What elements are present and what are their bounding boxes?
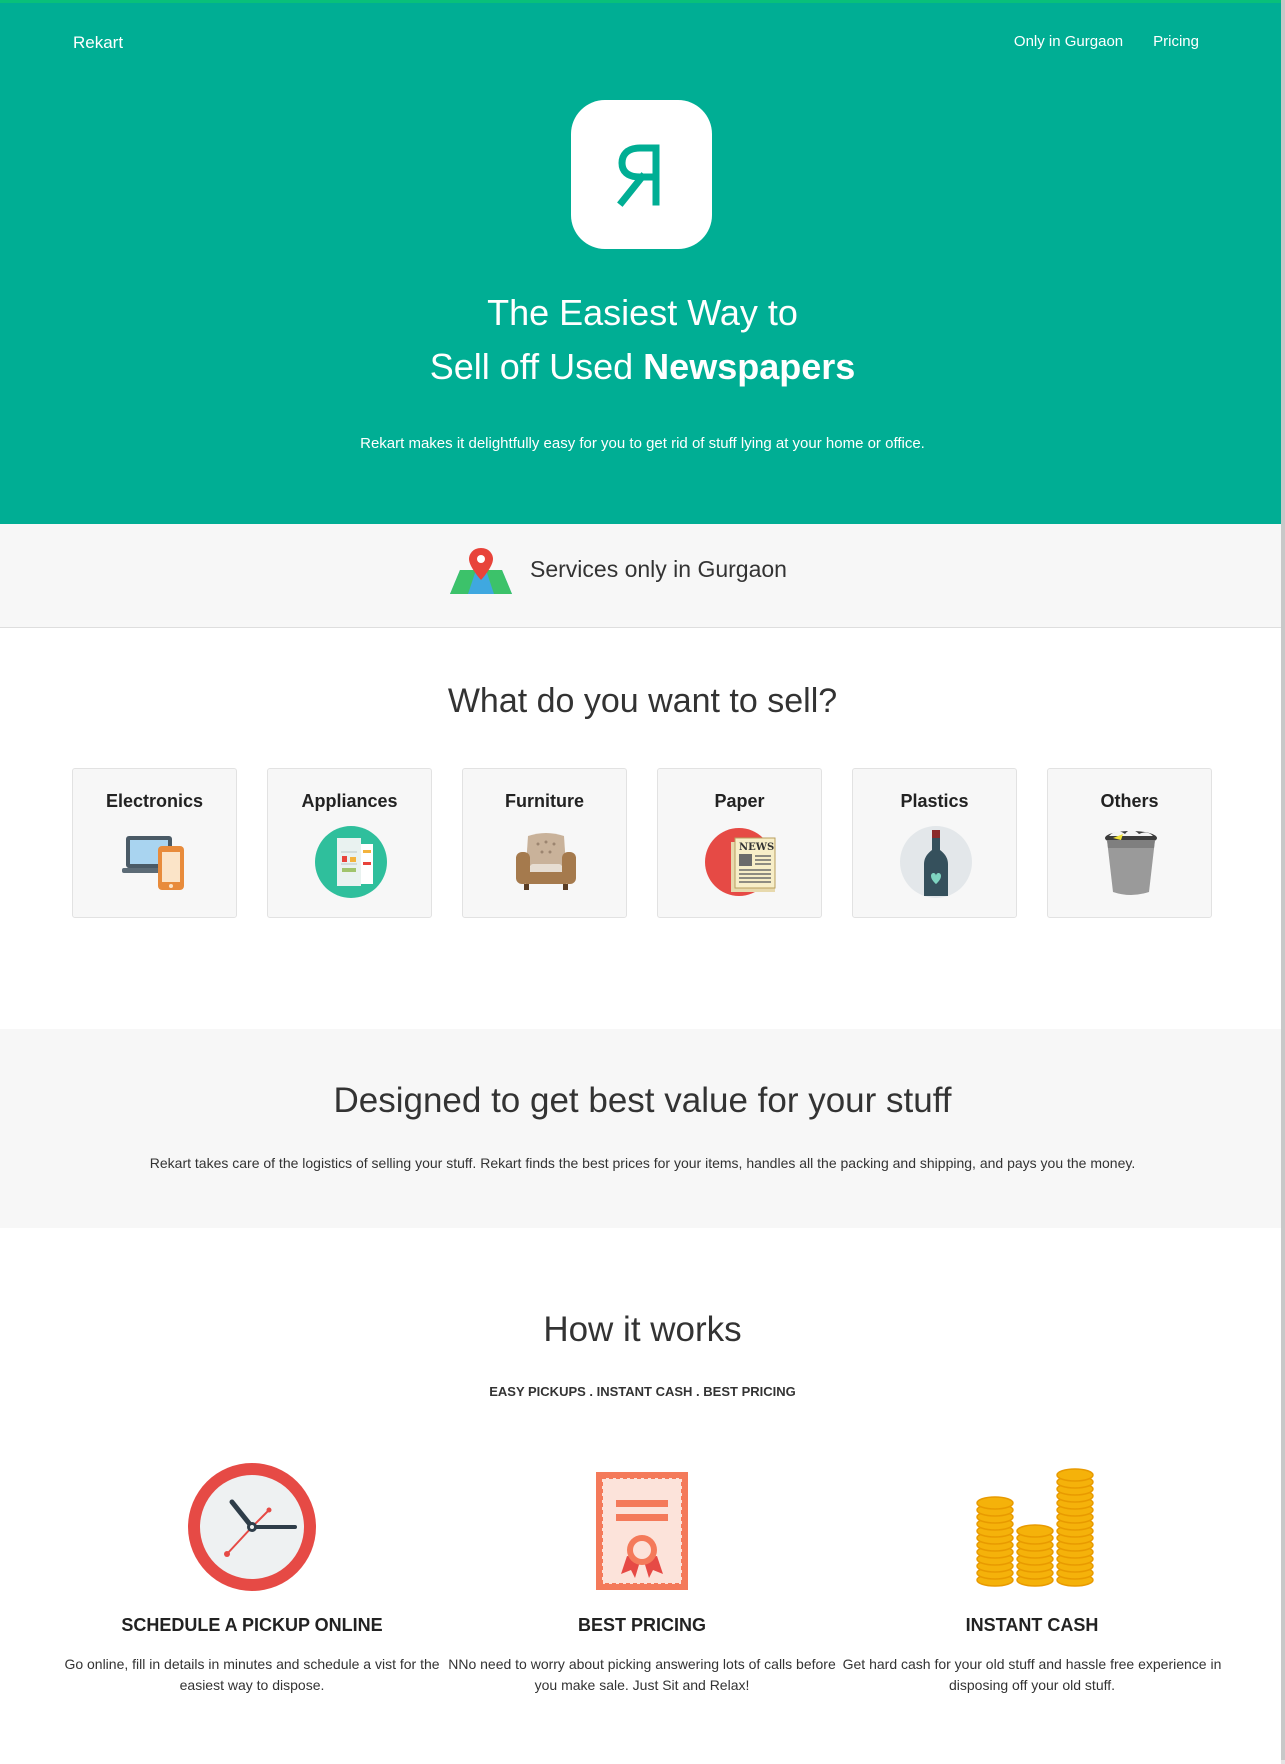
hero-title-highlight: Newspapers: [643, 346, 856, 387]
hero-title-line2-prefix: Sell off Used: [429, 346, 644, 387]
category-label: Plastics: [900, 791, 969, 811]
bin-icon: [1105, 830, 1157, 895]
electronics-icon: [122, 836, 184, 890]
category-paper[interactable]: Paper NEWS: [657, 768, 822, 918]
svg-text:NEWS: NEWS: [739, 842, 774, 853]
coins-icon: [976, 1468, 1094, 1587]
value-text: Rekart takes care of the logistics of se…: [149, 1155, 1136, 1171]
value-section: Designed to get best value for your stuf…: [0, 1029, 1285, 1228]
category-label: Electronics: [105, 791, 204, 811]
feature-text: NNo need to worry about picking answerin…: [448, 1656, 836, 1693]
feature-title: BEST PRICING: [577, 1615, 706, 1635]
feature-text: Go online, fill in details in minutes an…: [64, 1656, 440, 1693]
nav-only-in-gurgaon[interactable]: Only in Gurgaon: [1014, 33, 1123, 50]
category-electronics[interactable]: Electronics: [72, 768, 237, 918]
map-pin-icon: [450, 548, 512, 594]
category-furniture[interactable]: Furniture: [462, 768, 627, 918]
category-others[interactable]: Others: [1047, 768, 1212, 918]
how-title: How it works: [543, 1310, 742, 1349]
hero-title: The Easiest Way to Sell off Used Newspap…: [0, 286, 1285, 394]
value-title: Designed to get best value for your stuf…: [333, 1081, 952, 1120]
category-plastics[interactable]: Plastics: [852, 768, 1017, 918]
clock-icon: [188, 1463, 316, 1591]
page-scrollbar[interactable]: [1281, 0, 1285, 1764]
how-subtitle: EASY PICKUPS . INSTANT CASH . BEST PRICI…: [489, 1384, 796, 1399]
services-bar: Services only in Gurgaon: [0, 524, 1285, 628]
category-label: Furniture: [505, 791, 584, 811]
logo-r-icon: [616, 144, 659, 207]
feature-text: Get hard cash for your old stuff and has…: [842, 1656, 1222, 1693]
category-label: Appliances: [301, 791, 398, 811]
armchair-icon: [516, 833, 576, 890]
hero-title-line1: The Easiest Way to: [487, 292, 798, 333]
fridge-icon: [315, 826, 387, 898]
hero-subtitle: Rekart makes it delightfully easy for yo…: [360, 435, 925, 452]
brand-link[interactable]: Rekart: [73, 33, 123, 53]
feature-title: INSTANT CASH: [965, 1615, 1099, 1635]
category-appliances[interactable]: Appliances: [267, 768, 432, 918]
services-text: Services only in Gurgaon: [530, 556, 787, 582]
hero-section: Rekart Only in Gurgaon Pricing The Easie…: [0, 0, 1285, 524]
top-nav: Only in Gurgaon Pricing: [1014, 33, 1199, 50]
sell-title: What do you want to sell?: [447, 682, 838, 720]
newspaper-icon: NEWS: [705, 828, 776, 896]
category-label: Others: [1100, 791, 1159, 811]
nav-pricing[interactable]: Pricing: [1153, 33, 1199, 50]
logo: [571, 100, 712, 249]
category-label: Paper: [714, 791, 765, 811]
scrollbar-thumb[interactable]: [1281, 0, 1285, 1760]
certificate-icon: [596, 1472, 688, 1590]
page: Rekart Only in Gurgaon Pricing The Easie…: [0, 0, 1285, 1764]
feature-title: SCHEDULE A PICKUP ONLINE: [121, 1615, 383, 1635]
bottle-icon: [900, 826, 972, 898]
